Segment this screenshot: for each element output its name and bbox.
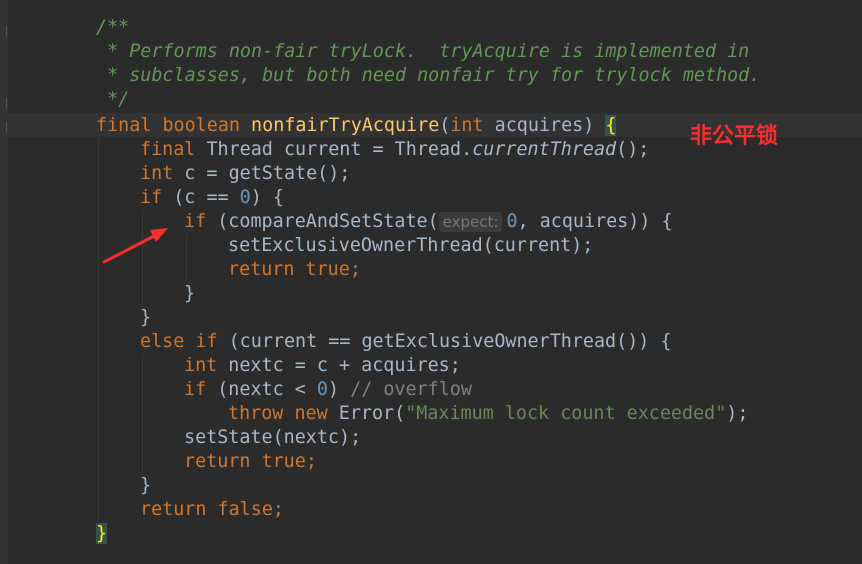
annotation-arrow	[102, 228, 168, 264]
